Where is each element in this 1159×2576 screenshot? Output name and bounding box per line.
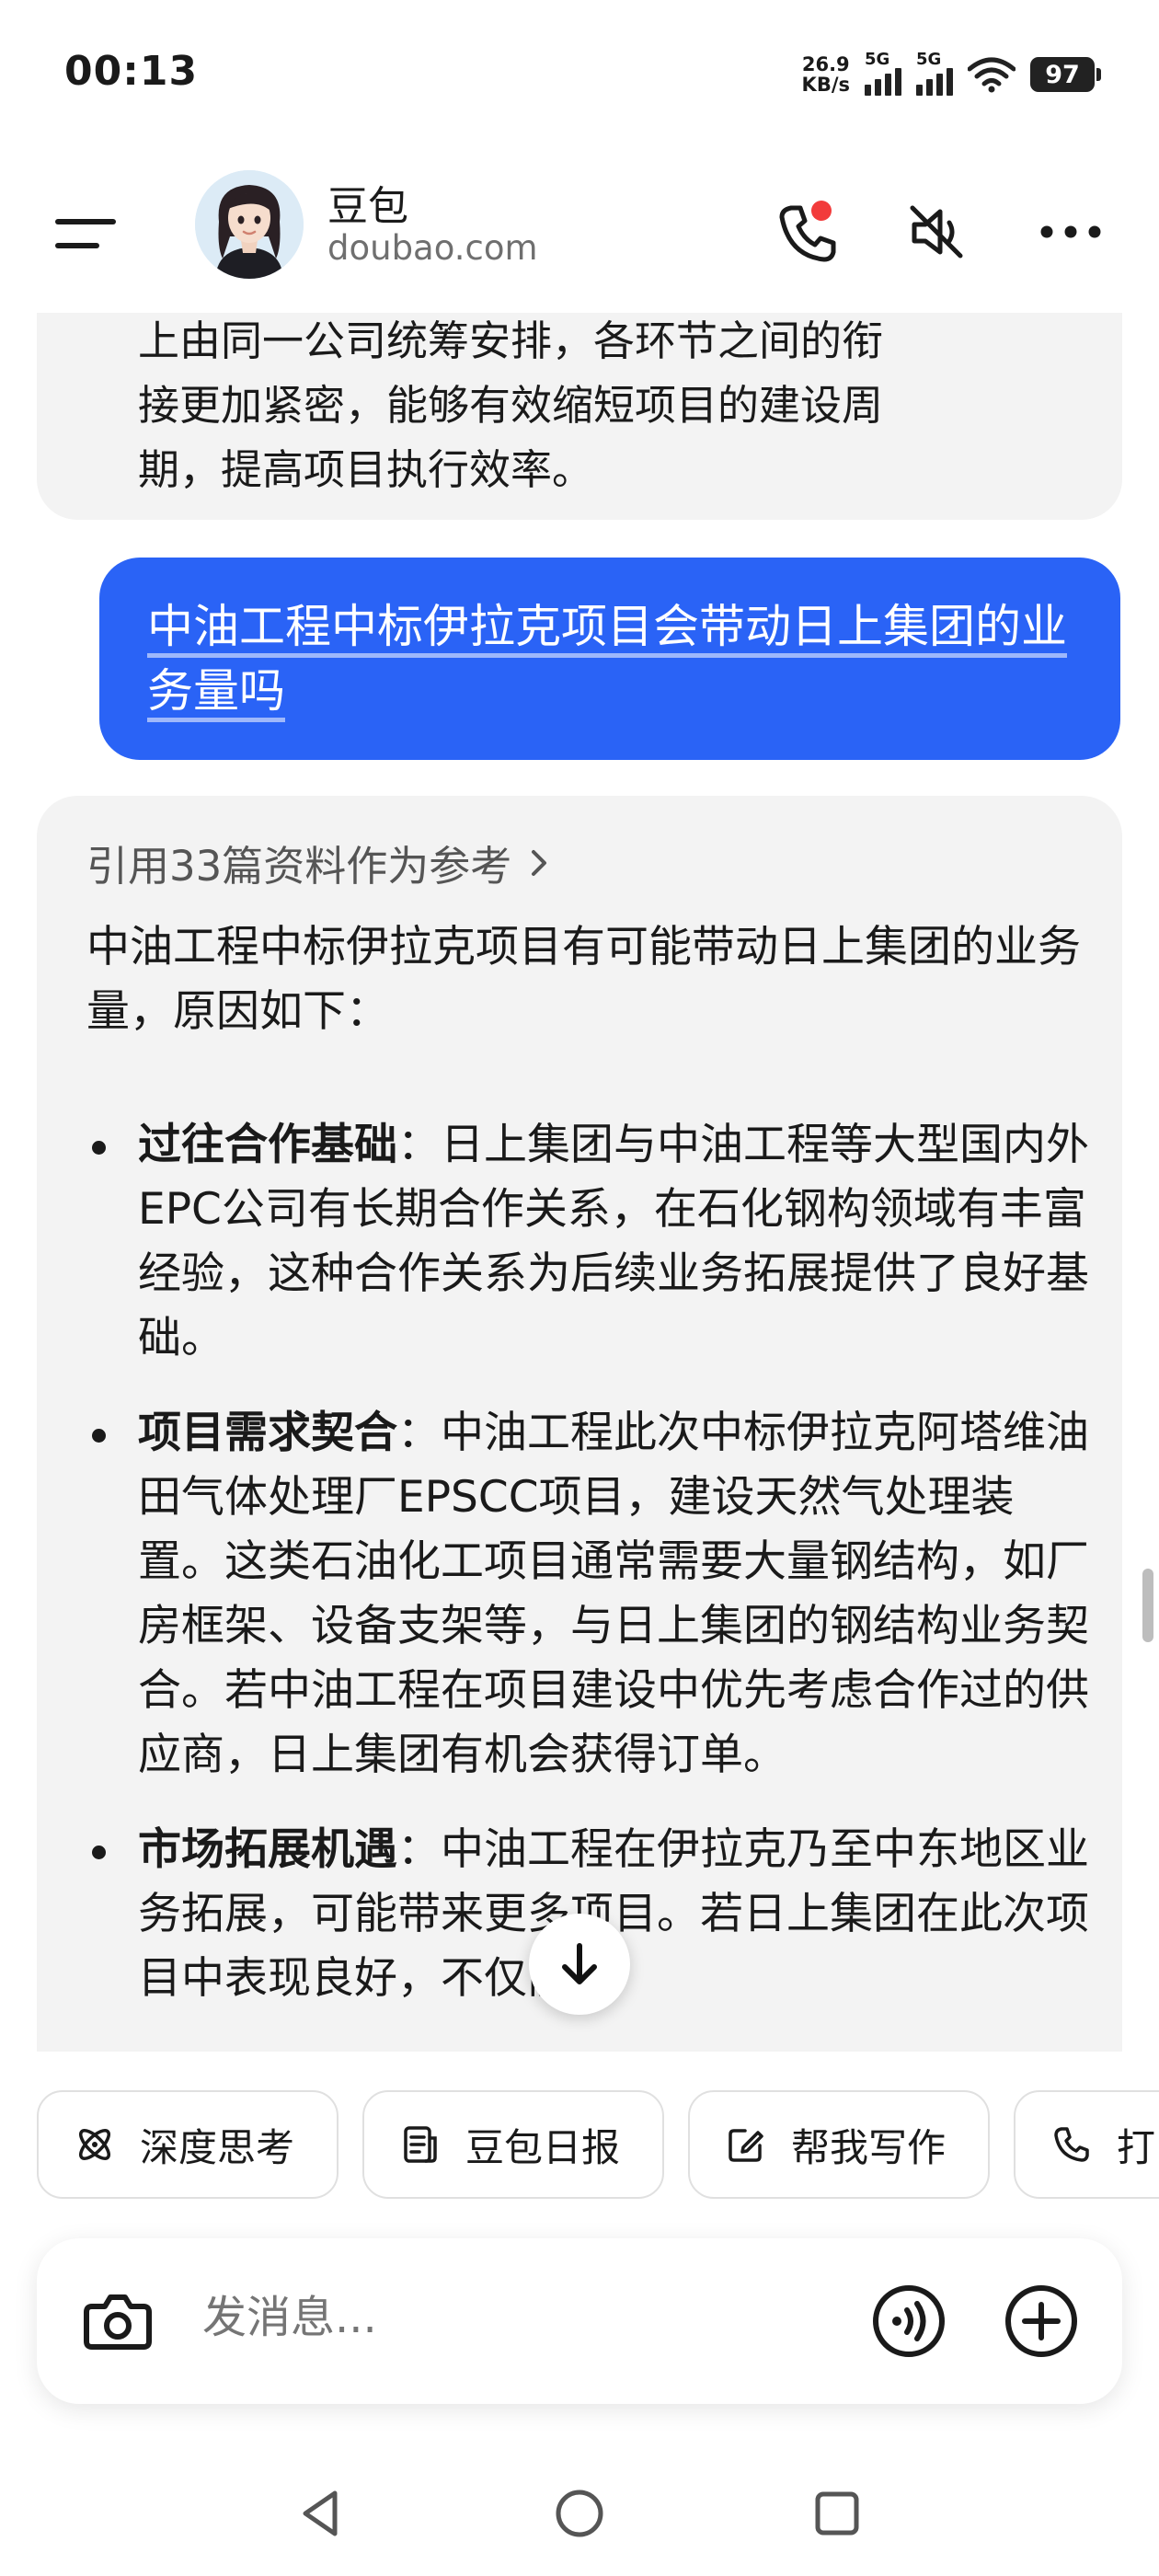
answer-bubble: 引用33篇资料作为参考 中油工程中标伊拉克项目有可能带动日上集团的业务量，原因如… [37,796,1122,2052]
quick-action-label: 打 [1117,2124,1156,2170]
status-time: 00:13 [64,48,199,95]
back-icon[interactable] [293,2484,351,2543]
phone-call-icon[interactable] [771,195,844,269]
home-icon[interactable] [550,2484,609,2543]
deep-think-icon [79,2129,110,2160]
network-speed-unit: KB/s [801,74,850,96]
message-input[interactable] [202,2292,846,2343]
write-icon [729,2129,763,2162]
battery-level: 97 [1045,60,1080,89]
references-label: 引用33篇资料作为参考 [86,842,512,891]
user-message-text[interactable]: 中油工程中标伊拉克项目会带动日上集团的业务量吗 [147,594,1076,723]
message-composer [37,2238,1122,2404]
quick-action-write[interactable]: 帮我写作 [688,2090,990,2199]
list-item: 过往合作基础：日上集团与中油工程等大型国内外EPC公司有长期合作关系，在石化钢构… [86,1113,1098,1371]
network-speed: 26.9 KB/s [802,54,850,95]
answer-bullet-list: 过往合作基础：日上集团与中油工程等大型国内外EPC公司有长期合作关系，在石化钢构… [86,1113,1098,2041]
bullet-title: 项目需求契合 [138,1408,397,1458]
more-icon[interactable] [1034,195,1107,269]
user-message-bubble[interactable]: 中油工程中标伊拉克项目会带动日上集团的业务量吗 [99,558,1120,760]
camera-icon[interactable] [79,2283,156,2360]
avatar[interactable] [195,170,304,279]
quick-action-label: 深度思考 [140,2124,295,2170]
quick-action-call[interactable]: 打 [1014,2090,1159,2199]
network-type-label: 5G [916,50,942,69]
bullet-title: 过往合作基础 [138,1120,397,1170]
previous-reply-line: 接更加紧密，能够有效缩短项目的建设周 [138,381,884,430]
list-item: 项目需求契合：中油工程此次中标伊拉克阿塔维油田气体处理厂EPSCC项目，建设天然… [86,1401,1098,1788]
chat-area[interactable]: 上由同一公司统筹安排，各环节之间的衔 接更加紧密，能够有效缩短项目的建设周 期，… [0,313,1159,2052]
previous-reply-line: 期，提高项目执行效率。 [138,445,594,494]
add-icon[interactable] [1003,2283,1080,2360]
quick-action-label: 帮我写作 [791,2124,947,2170]
wifi-icon [968,57,1016,93]
voice-icon[interactable] [870,2283,947,2360]
arrow-down-icon [562,1943,597,1984]
previous-reply-line: 上由同一公司统筹安排，各环节之间的衔 [138,316,884,365]
quick-action-bar: 深度思考 豆包日报 帮我写作 打 [0,2052,1159,2199]
phone-icon [1054,2127,1089,2162]
chat-header: 豆包 doubao.com [0,156,1159,313]
bullet-title: 市场拓展机遇 [138,1824,397,1875]
battery-icon: 97 [1030,57,1101,92]
daily-report-icon [404,2126,437,2163]
references-link[interactable]: 引用33篇资料作为参考 [86,833,550,892]
previous-reply-bubble: 上由同一公司统筹安排，各环节之间的衔 接更加紧密，能够有效缩短项目的建设周 期，… [37,313,1122,520]
bot-name: 豆包 [327,183,408,230]
scroll-to-bottom-button[interactable] [529,1914,630,2015]
quick-action-label: 豆包日报 [465,2124,621,2170]
system-nav-bar [0,2466,1159,2576]
quick-action-daily-report[interactable]: 豆包日报 [362,2090,664,2199]
scrollbar-thumb[interactable] [1142,1569,1153,1642]
network-type-label: 5G [865,50,890,69]
chevron-right-icon [532,849,547,876]
status-icons: 26.9 KB/s 5G 5G 97 [802,50,1101,96]
signal-icon: 5G [865,50,901,96]
status-bar: 00:13 26.9 KB/s 5G 5G 97 [0,0,1159,156]
quick-action-deep-think[interactable]: 深度思考 [37,2090,339,2199]
previous-reply-text: 上由同一公司统筹安排，各环节之间的衔 接更加紧密，能够有效缩短项目的建设周 期，… [138,313,1095,502]
signal-icon: 5G [916,50,953,96]
answer-intro: 中油工程中标伊拉克项目有可能带动日上集团的业务量，原因如下： [86,922,1081,1037]
menu-icon[interactable] [55,212,120,258]
bullet-text: ：中油工程此次中标伊拉克阿塔维油田气体处理厂EPSCC项目，建设天然气处理装置。… [138,1408,1089,1780]
mute-icon[interactable] [900,195,973,269]
notification-dot [811,201,832,221]
network-speed-value: 26.9 [801,53,850,75]
bot-domain: doubao.com [327,228,538,268]
recents-icon[interactable] [808,2484,866,2543]
